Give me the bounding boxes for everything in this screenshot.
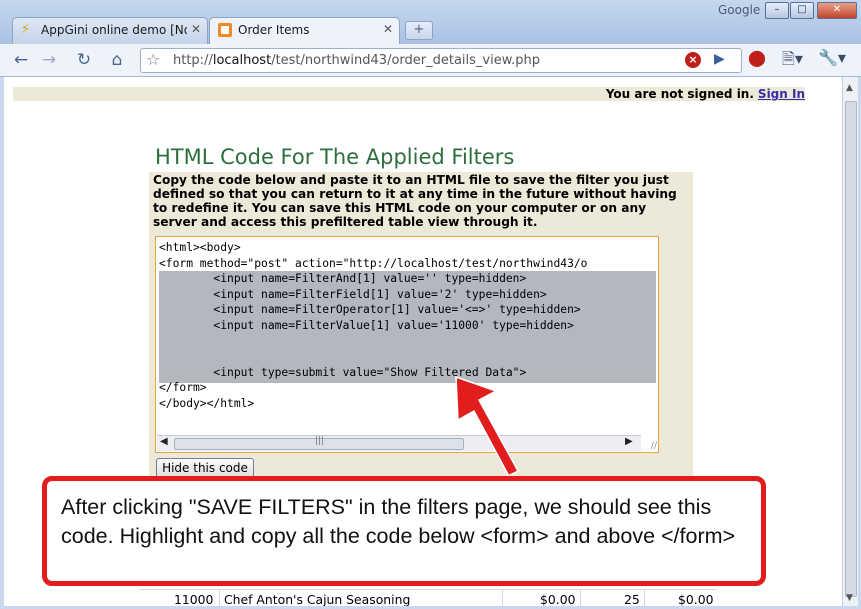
annotation-callout: After clicking "SAVE FILTERS" in the fil…	[42, 476, 766, 586]
annotation-text: After clicking "SAVE FILTERS" in the fil…	[61, 495, 736, 548]
